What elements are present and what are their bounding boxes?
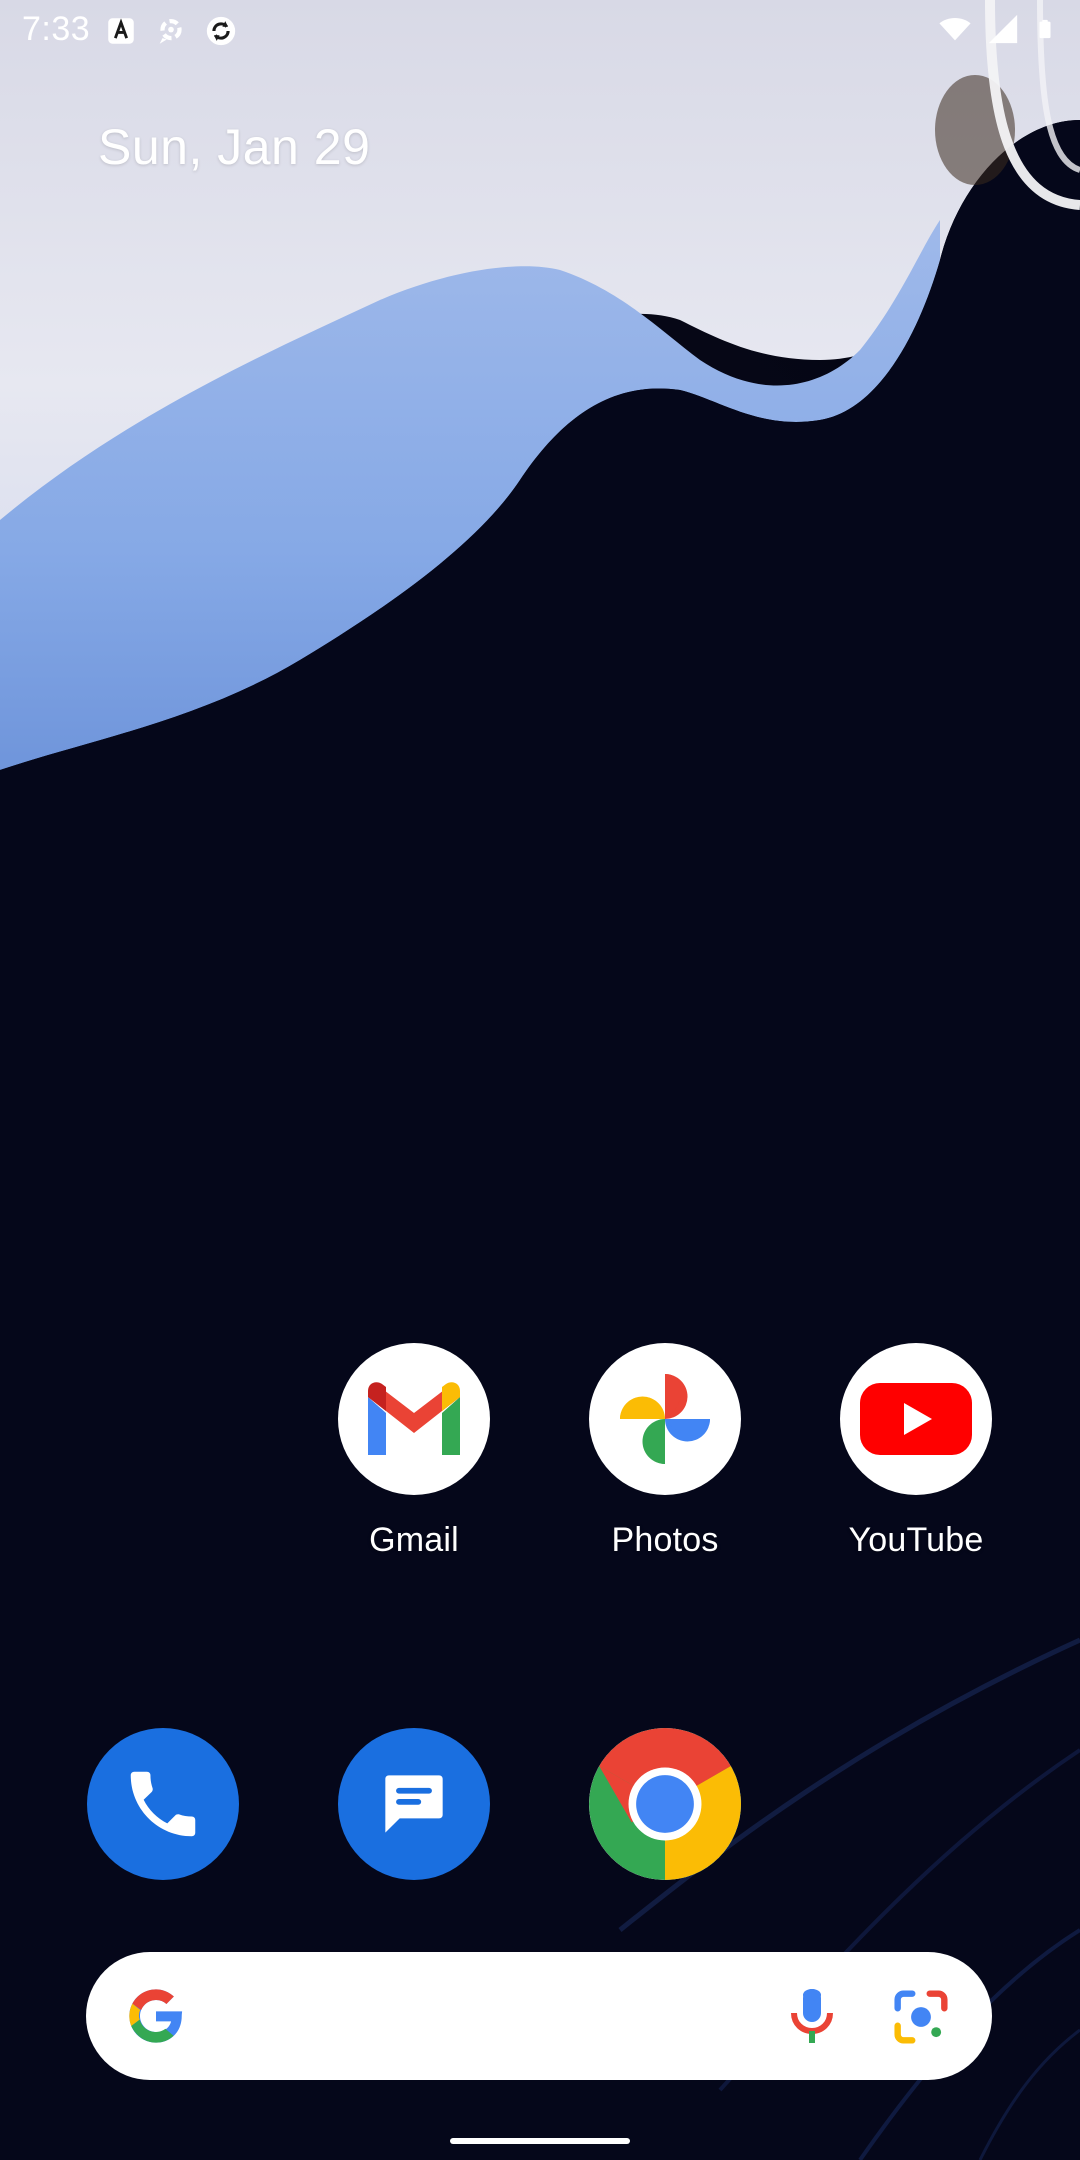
google-search-bar[interactable] bbox=[86, 1952, 992, 2080]
google-lens-icon[interactable] bbox=[886, 1982, 956, 2052]
app-label: YouTube bbox=[848, 1521, 984, 1559]
wifi-icon bbox=[939, 18, 971, 41]
dock-chrome[interactable] bbox=[565, 1728, 765, 1880]
sync-bubble-icon bbox=[159, 18, 182, 44]
chrome-refresh-icon bbox=[206, 16, 236, 46]
google-g-icon bbox=[129, 1989, 183, 2043]
dock-phone[interactable] bbox=[63, 1728, 263, 1880]
chrome-icon bbox=[589, 1728, 741, 1880]
battery-icon bbox=[1039, 19, 1051, 39]
signal-icon bbox=[988, 14, 1018, 44]
photos-icon bbox=[589, 1343, 741, 1495]
status-time: 7:33 bbox=[22, 10, 91, 48]
app-youtube[interactable]: YouTube bbox=[816, 1343, 1016, 1560]
voice-search-mic-icon[interactable] bbox=[776, 1980, 848, 2052]
app-label: Gmail bbox=[369, 1521, 459, 1559]
status-bar: 7:33 bbox=[0, 0, 1080, 62]
youtube-icon bbox=[840, 1343, 992, 1495]
dock-messages[interactable] bbox=[314, 1728, 514, 1880]
phone-icon bbox=[87, 1728, 239, 1880]
app-photos[interactable]: Photos bbox=[565, 1343, 765, 1560]
messages-icon bbox=[338, 1728, 490, 1880]
app-label: Photos bbox=[611, 1521, 719, 1559]
status-system-icons bbox=[938, 12, 1056, 46]
gesture-nav-handle[interactable] bbox=[450, 2138, 630, 2144]
accessibility-a-icon bbox=[108, 18, 134, 44]
date-widget[interactable]: Sun, Jan 29 bbox=[98, 118, 370, 176]
status-notification-icons bbox=[104, 14, 238, 48]
gmail-icon bbox=[338, 1343, 490, 1495]
app-gmail[interactable]: Gmail bbox=[314, 1343, 514, 1560]
